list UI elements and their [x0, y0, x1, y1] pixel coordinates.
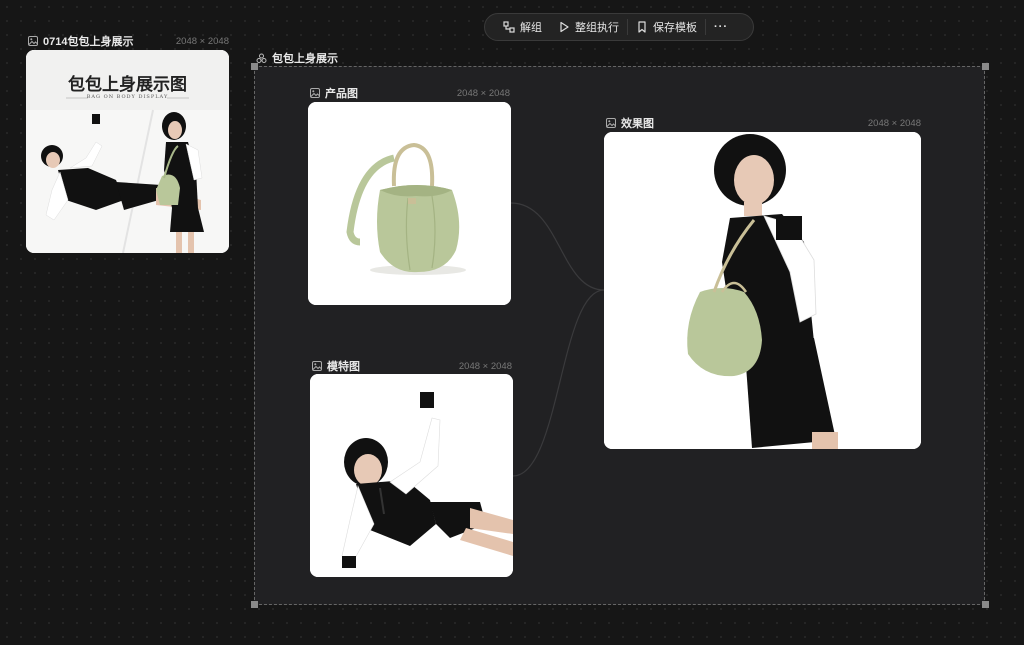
result-node-dimensions: 2048 × 2048 [867, 117, 921, 129]
model-node-title: 模特图 [327, 361, 360, 373]
product-node-title: 产品图 [325, 88, 358, 100]
result-node-title: 效果图 [621, 118, 654, 130]
product-node-header: 产品图 2048 × 2048 [310, 85, 510, 101]
image-icon [310, 88, 320, 98]
result-image [604, 132, 921, 449]
product-node-dimensions: 2048 × 2048 [456, 87, 510, 99]
image-icon [312, 361, 322, 371]
product-image-card[interactable] [308, 102, 511, 305]
model-image-card[interactable] [310, 374, 513, 577]
result-image-card[interactable] [604, 132, 921, 449]
model-image [310, 374, 513, 577]
result-node-header: 效果图 2048 × 2048 [606, 115, 921, 131]
connection-product-to-result [510, 202, 605, 291]
model-node-header: 模特图 2048 × 2048 [312, 358, 512, 374]
connection-model-to-result [512, 289, 605, 477]
image-icon [606, 118, 616, 128]
product-image [308, 102, 511, 305]
model-node-dimensions: 2048 × 2048 [458, 360, 512, 372]
